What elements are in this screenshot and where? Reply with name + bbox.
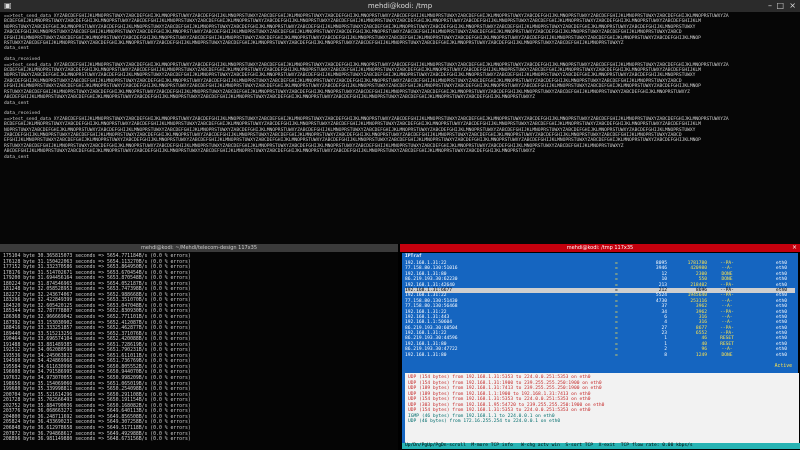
terminal-line: data_sent	[4, 154, 29, 160]
other-traffic-pane[interactable]: UDP (154 bytes) from 192.168.1.31:5353 t…	[405, 373, 799, 443]
bottom-left-terminal-output: 175104 byte 30.365815073 seconds => 5654…	[0, 252, 398, 445]
active-window-label: Active	[774, 364, 792, 369]
bottom-right-title: mehdi@kodi: /tmp 117x35	[566, 245, 634, 251]
connection-flags: DONE	[721, 352, 733, 358]
iptraf-screen[interactable]: IPTraf 192.168.1.31:22 = 8095 1781780 --PA-e…	[402, 253, 800, 449]
bottom-left-terminal-window[interactable]: mehdi@kodi: ~/Mehdi/telecom-design 117x3…	[0, 244, 398, 450]
connection-address: 192.168.1.31:80	[405, 352, 447, 358]
terminal-line: ZABCDEFGHIJKLMNOPRSTUWXYZABCDEFGHIJKLMNO…	[4, 30, 682, 36]
terminal-line: EFGHIJKLMNOPRSTUWXYZABCDEFGHIJKLMNOPRSTU…	[4, 138, 701, 144]
terminal-line: EFGHIJKLMNOPRSTUWXYZABCDEFGHIJKLMNOPRSTU…	[4, 84, 701, 90]
close-icon[interactable]: ×	[792, 244, 797, 252]
connection-iface: eth0	[775, 352, 787, 358]
bottom-right-titlebar[interactable]: mehdi@kodi: /tmp 117x35 ×	[400, 244, 800, 252]
iptraf-status-bar: Up/Dn/PgUp/PgDn-scroll M-more TCP info W…	[402, 443, 800, 449]
minimize-icon[interactable]: –	[768, 0, 772, 12]
bottom-left-title: mehdi@kodi: ~/Mehdi/telecom-design 117x3…	[0, 244, 398, 252]
top-window-titlebar[interactable]: mehdi@kodi: /tmp /bin/bash 237x31	[0, 0, 800, 18]
tcp-flow-rate-label: TCP flow rate:	[620, 443, 660, 448]
tcp-connection-list[interactable]: 192.168.1.31:22 = 8095 1781780 --PA-eth0 77.1…	[402, 261, 798, 358]
other-traffic-entry: UDP (46 bytes) from 172.16.255.254 to 22…	[408, 419, 561, 424]
window-menu-icon[interactable]: ▣	[4, 0, 12, 12]
iptraf-header: IPTraf	[405, 254, 422, 259]
tcp-flow-rate-value: 0.00 kbps/s	[662, 443, 693, 448]
top-terminal[interactable]: ==>test_send_data XYZABCDEFGHIJKLMNOPRST…	[0, 12, 800, 244]
terminal-line: 208896 byte 36.981149880 seconds => 5648…	[3, 437, 191, 443]
status-key-help: Up/Dn/PgUp/PgDn-scroll M-more TCP info W…	[405, 443, 616, 448]
bottom-right-terminal-window[interactable]: mehdi@kodi: /tmp 117x35 × IPTraf 192.168…	[400, 244, 800, 450]
maximize-icon[interactable]: □	[776, 0, 784, 12]
connection-packets: 8	[664, 352, 667, 358]
connection-direction: =	[615, 352, 618, 358]
top-terminal-output: ==>test_send_data XYZABCDEFGHIJKLMNOPRST…	[0, 12, 800, 244]
close-icon[interactable]: ×	[789, 0, 796, 12]
terminal-line: BCDEFGHIJKLMNOPRSTUWXYZABCDEFGHIJKLMNOPR…	[4, 122, 701, 128]
connection-bytes: 1249	[695, 352, 707, 358]
tcp-connection-row[interactable]: 192.168.1.31:80 = 8 1249 DONE eth0	[405, 353, 795, 358]
